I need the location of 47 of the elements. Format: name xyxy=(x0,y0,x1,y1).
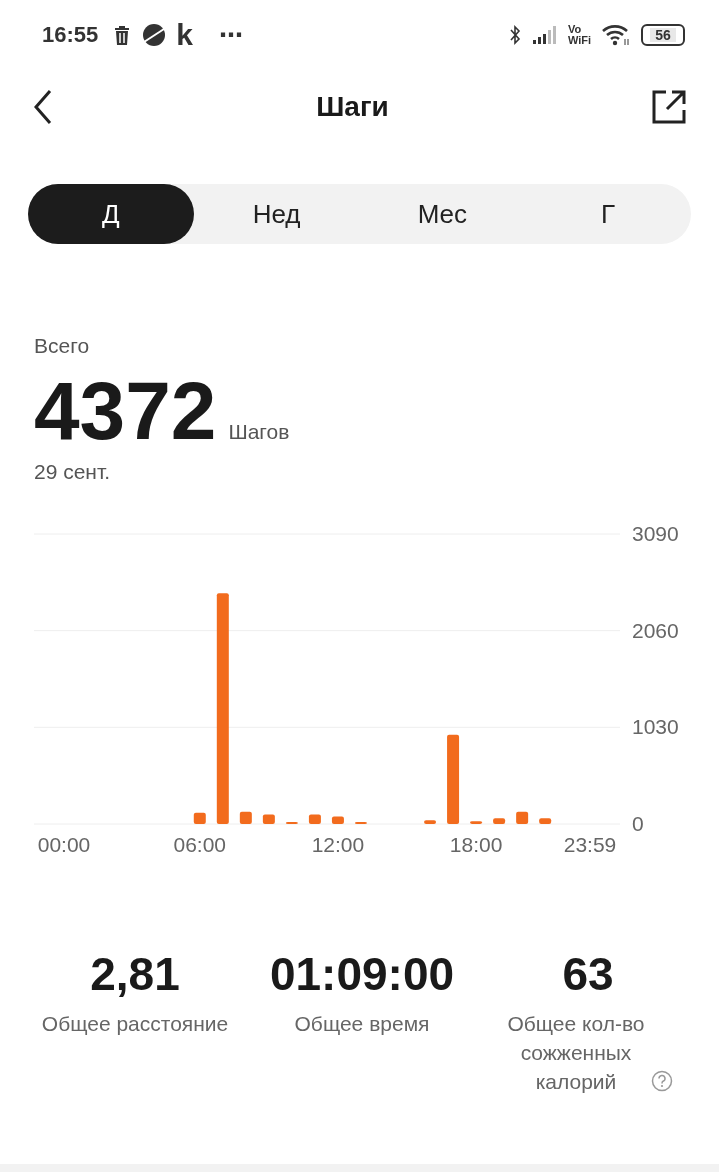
back-icon xyxy=(32,88,54,126)
planet-icon xyxy=(142,23,167,47)
stat-value: 01:09:00 xyxy=(269,947,455,1001)
clock: 16:55 xyxy=(42,22,99,48)
vowifi-label: Vo xyxy=(567,24,583,35)
page-title: Шаги xyxy=(316,91,389,123)
x-axis-label: 23:59 xyxy=(563,833,617,856)
total-label: Всего xyxy=(34,334,91,358)
x-axis-label: 12:00 xyxy=(311,833,365,856)
battery-level: 56 xyxy=(650,28,676,42)
date-label: 29 сент. xyxy=(34,460,112,484)
step-bar xyxy=(539,818,552,824)
step-bar xyxy=(470,821,483,824)
y-axis-label: 0 xyxy=(632,812,644,835)
share-icon xyxy=(651,89,687,125)
x-axis-label: 18:00 xyxy=(449,833,503,856)
step-bar xyxy=(331,816,344,824)
step-bar xyxy=(193,812,206,824)
stat-label: Общее расстояние xyxy=(41,1012,229,1035)
step-bar xyxy=(516,811,529,824)
bluetooth-icon xyxy=(507,23,522,47)
step-bar xyxy=(424,820,437,824)
signal-icon xyxy=(531,25,558,45)
vowifi-label: WiFi xyxy=(567,35,591,46)
x-axis-label: 00:00 xyxy=(37,833,91,856)
period-tab[interactable]: Г xyxy=(525,184,691,244)
period-tab[interactable]: Нед xyxy=(193,184,360,244)
more-dots: ⋯ xyxy=(218,23,243,47)
step-bar xyxy=(239,811,252,824)
total-steps: 4372 xyxy=(34,366,217,456)
stat-value: 63 xyxy=(562,947,614,1001)
step-bar xyxy=(308,814,321,824)
stat-label: Общее время xyxy=(294,1012,430,1035)
help-icon xyxy=(651,1070,673,1092)
period-tab[interactable]: Мес xyxy=(359,184,526,244)
wifi-icon xyxy=(601,23,631,47)
y-axis-label: 2060 xyxy=(632,618,679,642)
y-axis-label: 1030 xyxy=(632,715,679,739)
app-letter: k xyxy=(176,20,193,50)
steps-unit: Шагов xyxy=(228,420,290,444)
step-bar xyxy=(262,814,275,824)
stat-label: Общее кол-во сожженных калорий xyxy=(506,1011,646,1095)
step-bar xyxy=(493,818,506,824)
stat-value: 2,81 xyxy=(90,947,180,1001)
period-tab[interactable]: Д xyxy=(28,184,194,244)
y-axis-label: 3090 xyxy=(632,522,679,545)
x-axis-label: 06:00 xyxy=(173,833,227,856)
